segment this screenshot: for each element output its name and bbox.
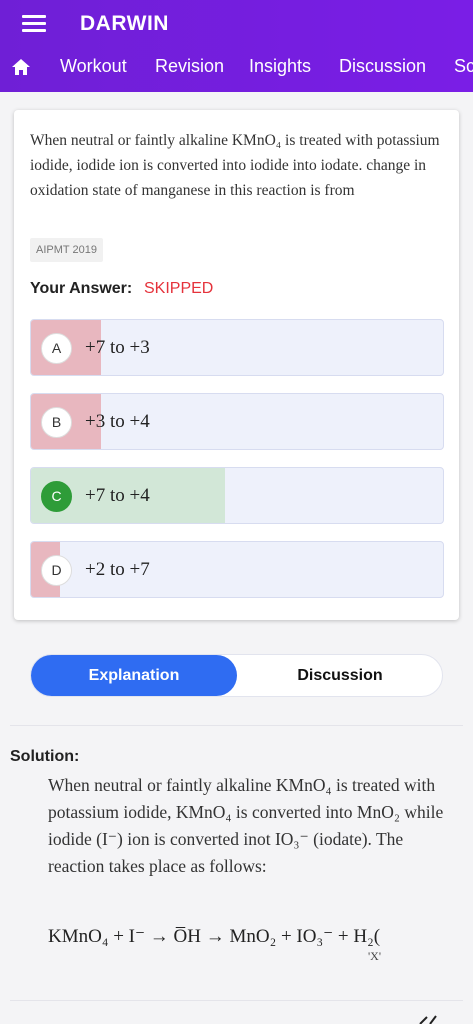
tab-workout[interactable]: Workout <box>60 56 127 77</box>
divider <box>10 1000 463 1001</box>
option-c-letter: C <box>41 481 72 512</box>
question-text: When neutral or faintly alkaline KMnO₄ i… <box>30 132 440 199</box>
option-b-text: +3 to +4 <box>85 411 150 432</box>
option-a[interactable]: A +7 to +3 <box>30 319 444 376</box>
your-answer-label: Your Answer: <box>30 280 133 297</box>
option-c[interactable]: C +7 to +4 <box>30 467 444 524</box>
tab-revision[interactable]: Revision <box>155 56 224 77</box>
app-title: DARWIN <box>80 12 169 35</box>
home-icon[interactable] <box>11 58 31 76</box>
option-b-letter: B <box>41 407 72 438</box>
option-b[interactable]: B +3 to +4 <box>30 393 444 450</box>
equation-note: 'X' <box>368 949 381 963</box>
exam-tag: AIPMT 2019 <box>30 238 103 262</box>
solution-label: Solution: <box>10 748 80 765</box>
option-a-letter: A <box>41 333 72 364</box>
tab-discussion[interactable]: Discussion <box>339 56 426 77</box>
tab-explanation[interactable]: Explanation <box>31 655 237 696</box>
option-a-text: +7 to +3 <box>85 337 150 358</box>
share-icon[interactable] <box>418 1014 438 1024</box>
menu-icon[interactable] <box>22 15 46 33</box>
tab-insights[interactable]: Insights <box>249 56 311 77</box>
tab-discussion-panel[interactable]: Discussion <box>237 655 443 696</box>
tab-more[interactable]: Sc <box>454 56 473 77</box>
solution-text: When neutral or faintly alkaline KMnO₄ i… <box>48 775 444 876</box>
divider <box>10 725 463 726</box>
reaction-equation: KMnO₄ + I⁻ → O̅H → MnO₂ + IO₃⁻ + H₂( <box>48 926 381 947</box>
option-d[interactable]: D +2 to +7 <box>30 541 444 598</box>
option-d-text: +2 to +7 <box>85 559 150 580</box>
solution-tabs: Explanation Discussion <box>30 654 443 697</box>
option-d-letter: D <box>41 555 72 586</box>
option-c-text: +7 to +4 <box>85 485 150 506</box>
nav-tabs: Workout Revision Insights Discussion Sc <box>0 52 473 84</box>
answer-status: SKIPPED <box>144 280 214 297</box>
app-header: DARWIN Workout Revision Insights Discuss… <box>0 0 473 92</box>
question-card: When neutral or faintly alkaline KMnO₄ i… <box>14 110 459 620</box>
